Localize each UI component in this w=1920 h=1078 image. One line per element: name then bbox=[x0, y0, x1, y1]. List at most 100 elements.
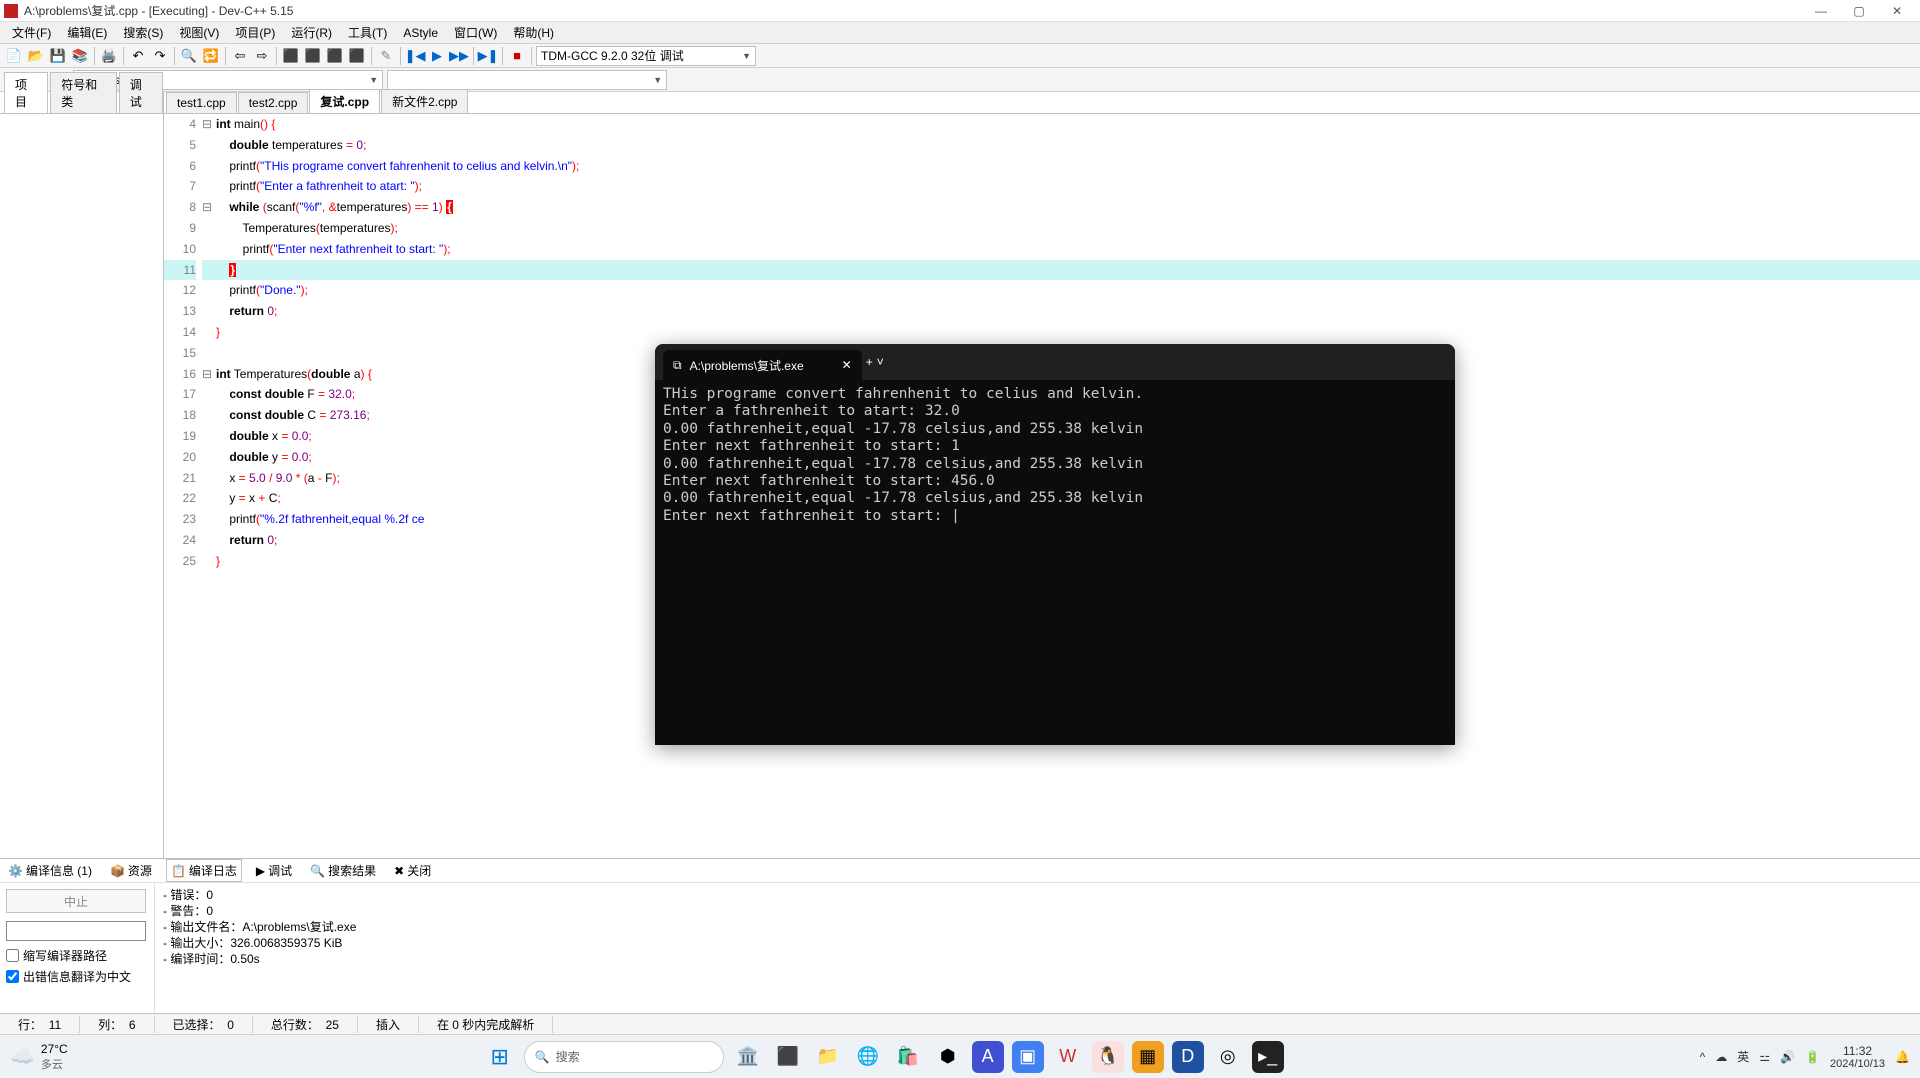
weather-widget[interactable]: ☁️ 27°C 多云 bbox=[0, 1042, 78, 1072]
close-button[interactable]: ✕ bbox=[1878, 1, 1916, 21]
save-all-icon[interactable]: 📚 bbox=[70, 46, 90, 66]
menu-item[interactable]: 项目(P) bbox=[227, 22, 283, 43]
status-line: 11 bbox=[49, 1018, 61, 1032]
qq-icon[interactable]: 🐧 bbox=[1092, 1041, 1124, 1073]
debug-step-icon[interactable]: ❚◀ bbox=[405, 46, 425, 66]
app-icon[interactable]: A bbox=[972, 1041, 1004, 1073]
terminal-content: THis programe convert fahrenhenit to cel… bbox=[655, 380, 1455, 531]
sublime-icon[interactable]: ▦ bbox=[1132, 1041, 1164, 1073]
clock-date[interactable]: 2024/10/13 bbox=[1830, 1058, 1885, 1070]
menu-item[interactable]: 编辑(E) bbox=[59, 22, 115, 43]
explorer-icon[interactable]: 📁 bbox=[812, 1041, 844, 1073]
debug-end-icon[interactable]: ▶❚ bbox=[478, 46, 498, 66]
language-indicator[interactable]: 英 bbox=[1737, 1048, 1749, 1065]
onedrive-icon[interactable]: ☁ bbox=[1715, 1050, 1727, 1064]
close-icon[interactable]: ✕ bbox=[842, 358, 852, 372]
bottom-tab[interactable]: ✖ 关闭 bbox=[390, 860, 435, 881]
new-icon[interactable]: 📄 bbox=[4, 46, 24, 66]
status-line-label: 行： bbox=[18, 1018, 42, 1032]
file-tab[interactable]: 复试.cpp bbox=[309, 89, 380, 113]
taskbar-app-icon[interactable]: 🏛️ bbox=[732, 1041, 764, 1073]
compile-run-icon[interactable]: ⬛ bbox=[325, 46, 345, 66]
translate-checkbox-input[interactable] bbox=[6, 970, 19, 983]
back-icon[interactable]: ⇦ bbox=[230, 46, 250, 66]
stop-button[interactable]: 中止 bbox=[6, 889, 146, 913]
replace-icon[interactable]: 🔁 bbox=[201, 46, 221, 66]
taskview-icon[interactable]: ⬛ bbox=[772, 1041, 804, 1073]
members-combo[interactable]: ▼ bbox=[387, 70, 667, 90]
translate-checkbox[interactable]: 出错信息翻译为中文 bbox=[6, 968, 148, 985]
menu-item[interactable]: 搜索(S) bbox=[115, 22, 171, 43]
battery-icon[interactable]: 🔋 bbox=[1805, 1050, 1820, 1064]
side-tab[interactable]: 符号和类 bbox=[50, 72, 117, 113]
terminal-tab[interactable]: ⧉ A:\problems\复试.exe ✕ bbox=[663, 350, 862, 380]
status-tot: 25 bbox=[326, 1018, 339, 1032]
find-icon[interactable]: 🔍 bbox=[179, 46, 199, 66]
notification-icon[interactable]: 🔔 bbox=[1895, 1050, 1910, 1064]
menu-item[interactable]: 视图(V) bbox=[171, 22, 227, 43]
run-icon[interactable]: ⬛ bbox=[303, 46, 323, 66]
chevron-up-icon[interactable]: ^ bbox=[1700, 1050, 1706, 1064]
start-button[interactable]: ⊞ bbox=[484, 1041, 516, 1073]
bottom-tab[interactable]: 📋 编译日志 bbox=[166, 859, 242, 882]
debug-play-icon[interactable]: ▶ bbox=[427, 46, 447, 66]
windows-taskbar[interactable]: ☁️ 27°C 多云 ⊞ 🔍 搜索 🏛️ ⬛ 📁 🌐 🛍️ ⬢ A ▣ W 🐧 … bbox=[0, 1034, 1920, 1078]
menu-item[interactable]: AStyle bbox=[395, 24, 446, 42]
minimize-button[interactable]: — bbox=[1802, 1, 1840, 21]
terminal-taskbar-icon[interactable]: ▸_ bbox=[1252, 1041, 1284, 1073]
maximize-button[interactable]: ▢ bbox=[1840, 1, 1878, 21]
wps-icon[interactable]: W bbox=[1052, 1041, 1084, 1073]
compile-icon[interactable]: ⬛ bbox=[281, 46, 301, 66]
clock-time[interactable]: 11:32 bbox=[1830, 1044, 1885, 1058]
system-tray[interactable]: ^ ☁ 英 ⚍ 🔊 🔋 11:32 2024/10/13 🔔 bbox=[1690, 1044, 1920, 1070]
new-tab-icon[interactable]: + bbox=[866, 355, 873, 369]
volume-icon[interactable]: 🔊 bbox=[1780, 1050, 1795, 1064]
separator bbox=[94, 47, 95, 65]
status-bar: 行： 11 列： 6 已选择： 0 总行数： 25 插入 在 0 秒内完成解析 bbox=[0, 1013, 1920, 1035]
status-done: 在 0 秒内完成解析 bbox=[437, 1018, 534, 1032]
terminal-window[interactable]: ⧉ A:\problems\复试.exe ✕ + ˅ THis programe… bbox=[655, 344, 1455, 745]
save-icon[interactable]: 💾 bbox=[48, 46, 68, 66]
menu-bar: 文件(F)编辑(E)搜索(S)视图(V)项目(P)运行(R)工具(T)AStyl… bbox=[0, 22, 1920, 44]
menu-item[interactable]: 工具(T) bbox=[340, 22, 395, 43]
main-toolbar: 📄 📂 💾 📚 🖨️ ↶ ↷ 🔍 🔁 ⇦ ⇨ ⬛ ⬛ ⬛ ⬛ ✎ ❚◀ ▶ ▶▶… bbox=[0, 44, 1920, 68]
redo-icon[interactable]: ↷ bbox=[150, 46, 170, 66]
app-icon[interactable]: ⬢ bbox=[932, 1041, 964, 1073]
path-input[interactable] bbox=[6, 921, 146, 941]
compiler-combo[interactable]: TDM-GCC 9.2.0 32位 调试▼ bbox=[536, 46, 756, 66]
file-tab[interactable]: 新文件2.cpp bbox=[381, 89, 468, 113]
bottom-tab[interactable]: ⚙️ 编译信息 (1) bbox=[4, 860, 96, 881]
open-icon[interactable]: 📂 bbox=[26, 46, 46, 66]
bottom-tab[interactable]: ▶ 调试 bbox=[252, 860, 296, 881]
abbrev-checkbox[interactable]: 缩写编译器路径 bbox=[6, 947, 148, 964]
wifi-icon[interactable]: ⚍ bbox=[1759, 1050, 1770, 1064]
app-icon bbox=[4, 4, 18, 18]
rebuild-icon[interactable]: ⬛ bbox=[347, 46, 367, 66]
menu-item[interactable]: 帮助(H) bbox=[505, 22, 562, 43]
forward-icon[interactable]: ⇨ bbox=[252, 46, 272, 66]
undo-icon[interactable]: ↶ bbox=[128, 46, 148, 66]
print-icon[interactable]: 🖨️ bbox=[99, 46, 119, 66]
steam-icon[interactable]: ◎ bbox=[1212, 1041, 1244, 1073]
app-icon[interactable]: ▣ bbox=[1012, 1041, 1044, 1073]
menu-item[interactable]: 窗口(W) bbox=[446, 22, 505, 43]
file-tab[interactable]: test2.cpp bbox=[238, 92, 309, 113]
debug-fast-icon[interactable]: ▶▶ bbox=[449, 46, 469, 66]
compile-controls: 中止 缩写编译器路径 出错信息翻译为中文 bbox=[0, 883, 155, 1013]
weather-icon: ☁️ bbox=[10, 1044, 35, 1069]
side-tab[interactable]: 调试 bbox=[119, 72, 163, 113]
abbrev-checkbox-input[interactable] bbox=[6, 949, 19, 962]
tool-icon[interactable]: ✎ bbox=[376, 46, 396, 66]
bottom-tab[interactable]: 📦 资源 bbox=[106, 860, 156, 881]
edge-icon[interactable]: 🌐 bbox=[852, 1041, 884, 1073]
devcpp-icon[interactable]: D bbox=[1172, 1041, 1204, 1073]
menu-item[interactable]: 运行(R) bbox=[283, 22, 340, 43]
bottom-tab[interactable]: 🔍 搜索结果 bbox=[306, 860, 380, 881]
tab-dropdown-icon[interactable]: ˅ bbox=[877, 355, 884, 369]
store-icon[interactable]: 🛍️ bbox=[892, 1041, 924, 1073]
stop-icon[interactable]: ■ bbox=[507, 46, 527, 66]
taskbar-search[interactable]: 🔍 搜索 bbox=[524, 1041, 724, 1073]
side-tab[interactable]: 项目 bbox=[4, 72, 48, 113]
file-tab[interactable]: test1.cpp bbox=[166, 92, 237, 113]
menu-item[interactable]: 文件(F) bbox=[4, 22, 59, 43]
